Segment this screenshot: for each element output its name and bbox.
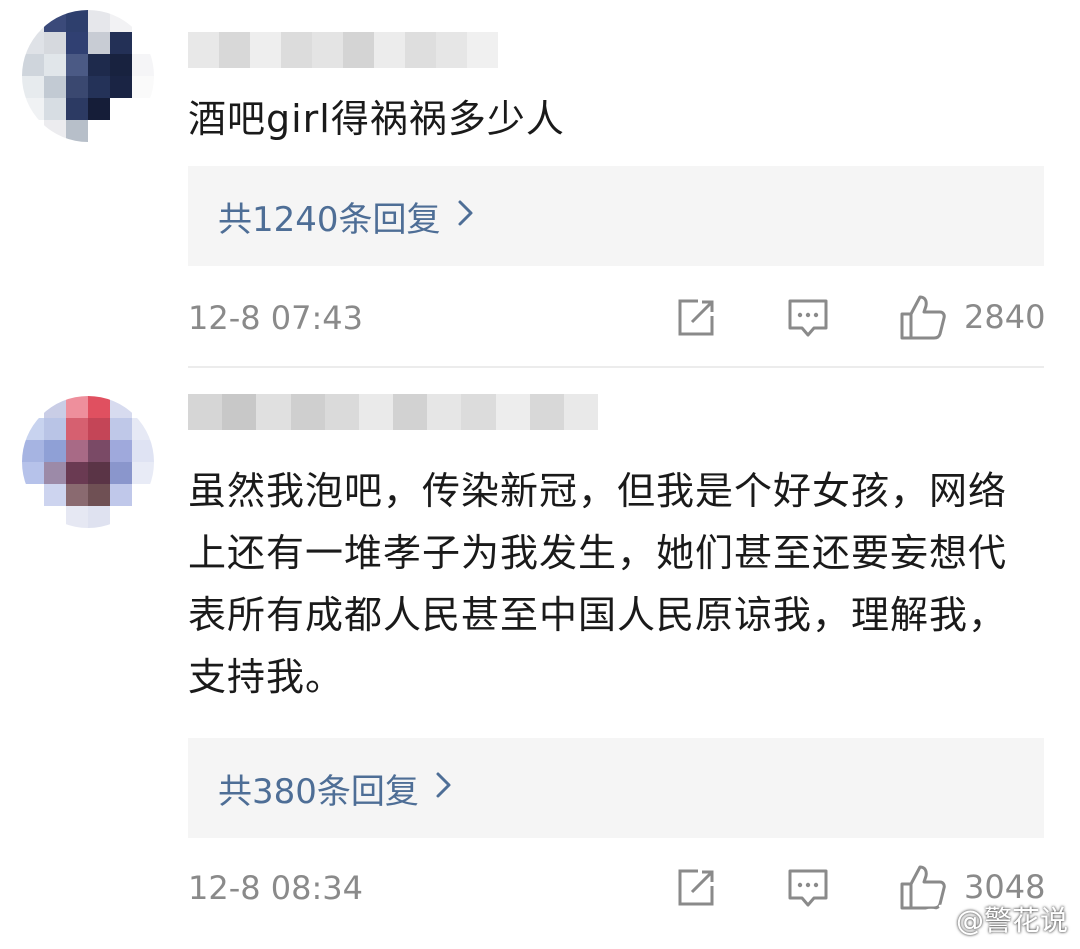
avatar-pixel xyxy=(22,440,44,462)
username-blur-block xyxy=(563,394,599,430)
avatar-pixel xyxy=(22,462,44,484)
avatar-pixel xyxy=(44,418,66,440)
username-blur-block xyxy=(495,394,530,430)
avatar-pixel xyxy=(44,506,66,528)
avatar-pixel xyxy=(88,396,110,418)
watermark: @警花说 xyxy=(916,899,1068,939)
username-blur-block xyxy=(358,394,394,430)
replies-count-label: 共380条回复 xyxy=(218,771,419,812)
avatar-pixel xyxy=(110,506,132,528)
avatar-pixel xyxy=(66,418,88,440)
avatar-pixel xyxy=(22,418,44,440)
username-blur-block xyxy=(222,394,257,430)
avatar-pixel xyxy=(66,506,88,528)
avatar-pixel xyxy=(88,506,110,528)
avatar-pixel xyxy=(88,462,110,484)
avatar-pixel xyxy=(88,440,110,462)
avatar-pixel xyxy=(110,396,132,418)
avatar-pixel xyxy=(66,440,88,462)
avatar-pixel xyxy=(132,418,154,440)
watermark-text: @警花说 xyxy=(955,904,1068,937)
comment-icon[interactable] xyxy=(786,866,830,910)
avatar-pixel xyxy=(110,418,132,440)
username-blur-block xyxy=(393,394,428,430)
avatar-pixel xyxy=(44,440,66,462)
avatar-pixel xyxy=(66,396,88,418)
avatar-pixel xyxy=(44,396,66,418)
avatar-pixel xyxy=(110,440,132,462)
avatar-pixel xyxy=(44,484,66,506)
avatar-pixel xyxy=(44,462,66,484)
username-blur-block xyxy=(324,394,359,430)
avatar-pixel xyxy=(132,396,154,418)
avatar-pixel xyxy=(88,418,110,440)
share-icon[interactable] xyxy=(674,866,718,910)
username-blur-block xyxy=(256,394,291,430)
username-blur-block xyxy=(290,394,325,430)
username-blurred[interactable] xyxy=(188,394,599,430)
comment-text: 虽然我泡吧，传染新冠，但我是个好女孩，网络上还有一堆孝子为我发生，她们甚至还要妄… xyxy=(188,469,1008,699)
avatar-pixel xyxy=(88,484,110,506)
comment-item: 虽然我泡吧，传染新冠，但我是个好女孩，网络上还有一堆孝子为我发生，她们甚至还要妄… xyxy=(0,0,1080,910)
username-blur-block xyxy=(427,394,462,430)
avatar-pixel xyxy=(22,506,44,528)
avatar-pixel xyxy=(110,462,132,484)
avatar-pixel xyxy=(132,462,154,484)
username-blur-block xyxy=(188,394,223,430)
view-replies-button[interactable]: 共380条回复 xyxy=(188,738,1044,838)
avatar-pixel xyxy=(132,506,154,528)
avatar-pixel xyxy=(66,462,88,484)
avatar-pixel xyxy=(22,484,44,506)
username-blur-block xyxy=(461,394,496,430)
avatar[interactable] xyxy=(22,396,154,528)
avatar-pixel xyxy=(132,440,154,462)
weibo-logo-icon xyxy=(916,902,950,937)
comment-list: 酒吧girl得祸祸多少人 共1240条回复 12-8 07:43 2840 虽然… xyxy=(0,0,1080,949)
avatar-pixel xyxy=(132,484,154,506)
avatar-pixel xyxy=(110,484,132,506)
username-blur-block xyxy=(529,394,564,430)
chevron-right-icon xyxy=(435,769,453,807)
avatar-pixel xyxy=(22,396,44,418)
avatar-pixel xyxy=(66,484,88,506)
